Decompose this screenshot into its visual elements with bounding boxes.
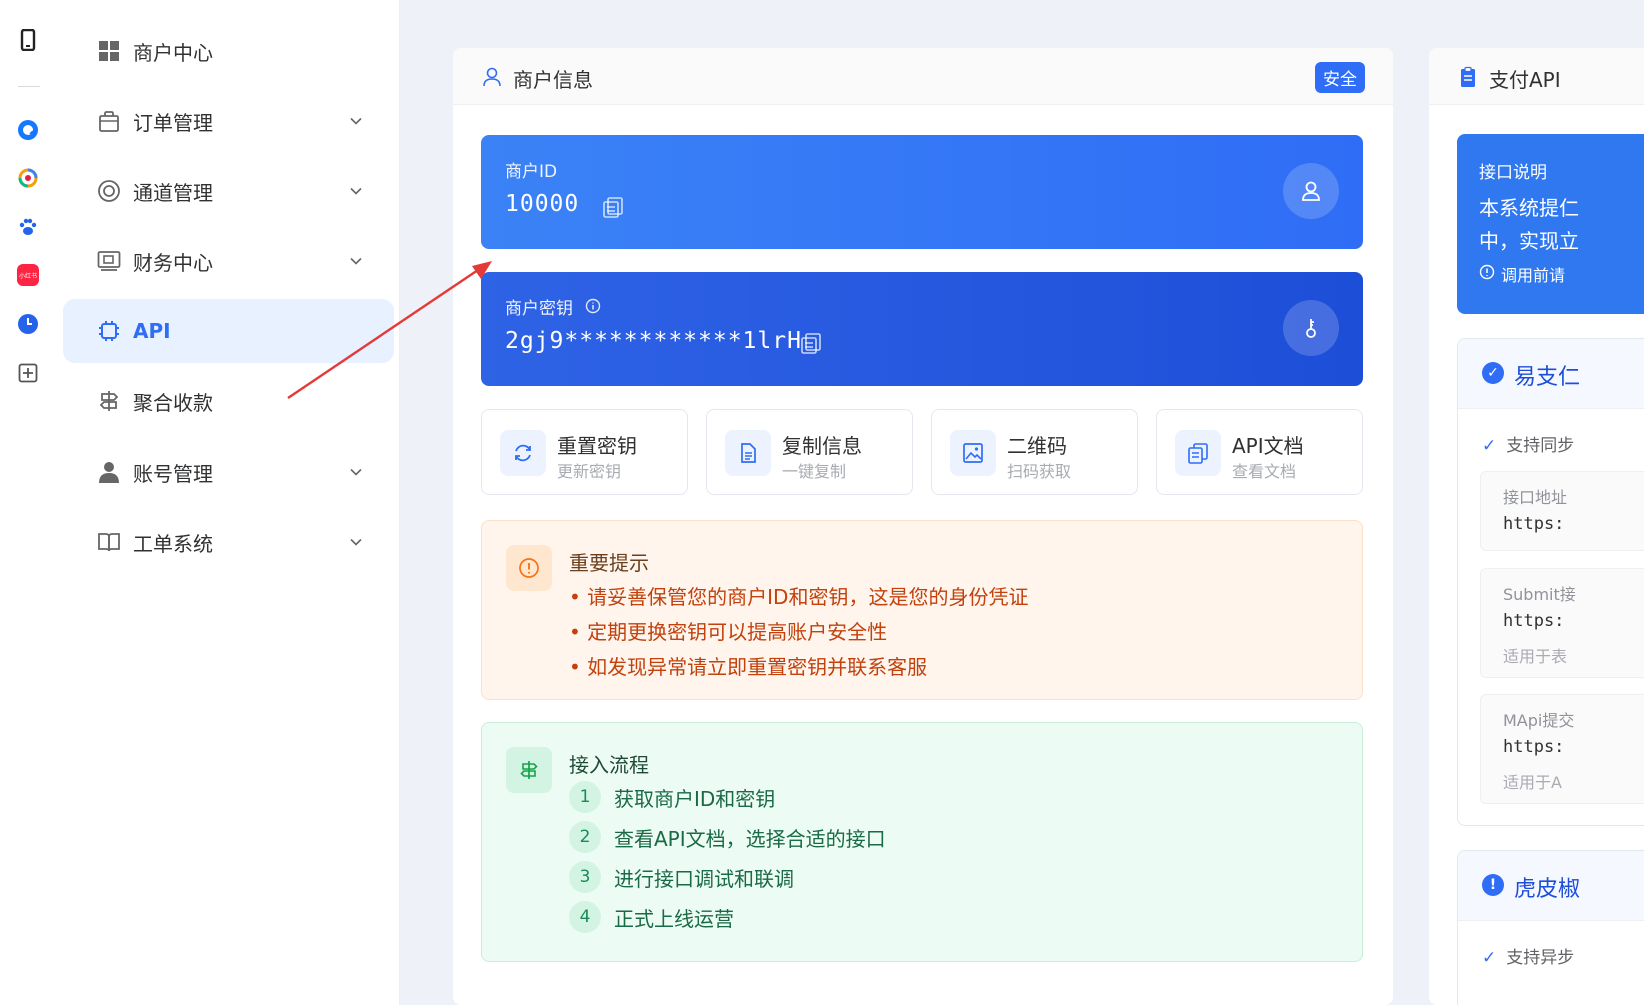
arrow-line	[287, 269, 479, 399]
arrowhead	[472, 261, 492, 279]
annotation-arrow	[287, 261, 492, 399]
